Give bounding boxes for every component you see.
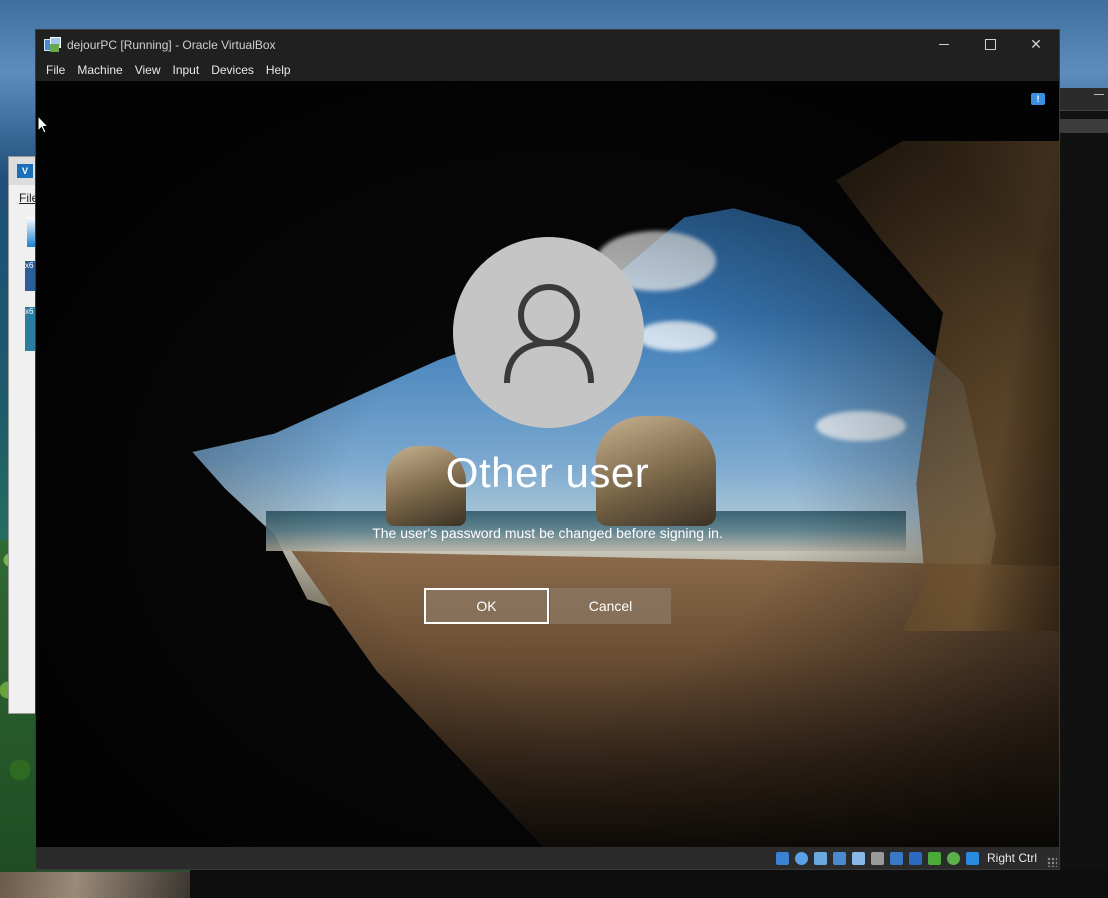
window-title: dejourPC [Running] - Oracle VirtualBox [67,37,276,52]
background-window-tabbar [1060,119,1108,133]
mouse-cursor-icon [37,115,49,134]
username-label: Other user [445,449,650,496]
maximize-icon [984,39,996,50]
mouse-integration-icon[interactable] [927,851,941,865]
cpu-icon[interactable] [946,851,960,865]
desktop-wallpaper-rock [0,872,190,898]
recording-icon[interactable] [908,851,922,865]
minimize-button[interactable] [921,30,967,59]
menu-machine[interactable]: Machine [71,63,128,77]
close-icon: ✕ [1030,36,1042,52]
status-bar: Right Ctrl [36,847,1059,869]
vm-titlebar[interactable]: dejourPC [Running] - Oracle VirtualBox ✕ [36,30,1059,59]
resize-grip[interactable] [1047,857,1057,867]
menu-view[interactable]: View [129,63,167,77]
usb-icon[interactable] [851,851,865,865]
hard-disk-icon[interactable] [775,851,789,865]
ok-button[interactable]: OK [424,588,549,624]
vm-display[interactable]: ! Other user The user's password must be… [36,81,1059,847]
user-avatar [453,237,644,428]
menu-devices[interactable]: Devices [205,63,260,77]
vm-window[interactable]: dejourPC [Running] - Oracle VirtualBox ✕… [35,29,1060,870]
virtualbox-app-icon [44,36,61,53]
background-window-titlebar[interactable] [1060,88,1108,111]
network-icon[interactable] [832,851,846,865]
close-button[interactable]: ✕ [1013,30,1059,59]
minimize-icon [939,44,949,45]
password-change-message: The user's password must be changed befo… [372,525,723,541]
menu-input[interactable]: Input [167,63,206,77]
desktop-taskbar-strip [190,870,1108,898]
manager-tools-icon[interactable] [27,217,35,247]
background-terminal-window[interactable] [1060,88,1108,870]
menu-file[interactable]: File [40,63,71,77]
shared-folders-icon[interactable] [870,851,884,865]
minimize-icon[interactable] [1094,94,1104,95]
keyboard-icon[interactable] [965,851,979,865]
menu-bar: File Machine View Input Devices Help [36,59,1059,81]
maximize-button[interactable] [967,30,1013,59]
menu-help[interactable]: Help [260,63,297,77]
virtualbox-logo-icon: V [17,164,33,178]
notification-icon[interactable]: ! [1031,93,1045,105]
display-icon[interactable] [889,851,903,865]
cancel-button[interactable]: Cancel [550,588,671,624]
audio-icon[interactable] [813,851,827,865]
host-key-label[interactable]: Right Ctrl [987,851,1037,865]
user-silhouette-icon [503,283,594,383]
optical-drive-icon[interactable] [794,851,808,865]
